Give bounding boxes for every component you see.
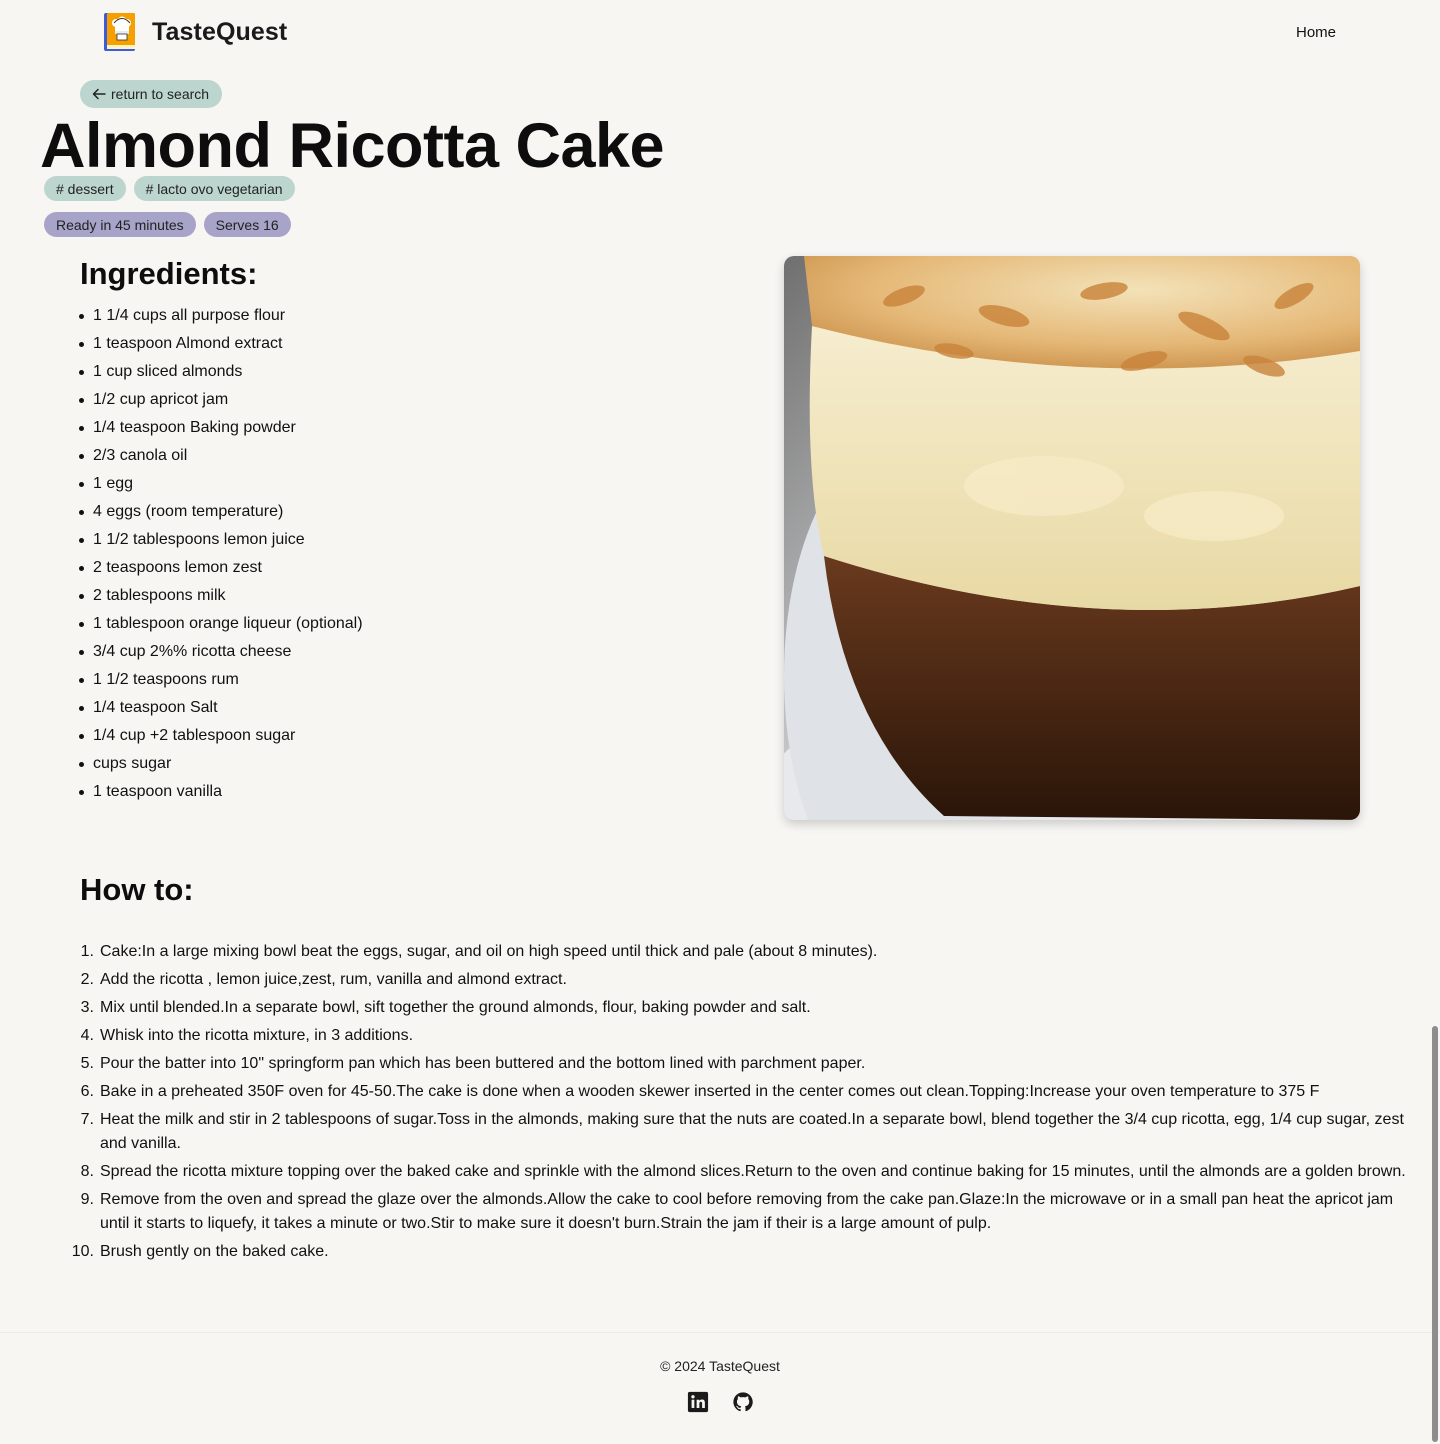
site-footer: © 2024 TasteQuest bbox=[0, 1332, 1440, 1444]
copyright-text: © 2024 TasteQuest bbox=[660, 1358, 780, 1374]
brand-link[interactable]: TasteQuest bbox=[103, 12, 287, 52]
recipe-meta: Ready in 45 minutes Serves 16 bbox=[44, 212, 291, 237]
cake-photo-illustration bbox=[784, 256, 1360, 820]
step-item: 7. Heat the milk and stir in 2 tablespoon… bbox=[80, 1111, 1404, 1152]
step-item: 5. Pour the batter into 10" springform pa… bbox=[80, 1055, 866, 1072]
ingredients-heading: Ingredients: bbox=[80, 256, 258, 291]
step-item: 4. Whisk into the ricotta mixture, in 3 a… bbox=[80, 1027, 414, 1044]
step-item: 10. Brush gently on the baked cake. bbox=[71, 1243, 329, 1260]
ingredient-item: 2 teaspoons lemon zest bbox=[78, 554, 363, 582]
social-links bbox=[687, 1391, 754, 1413]
return-to-search-label: return to search bbox=[111, 86, 210, 102]
ingredient-item: 3/4 cup 2%% ricotta cheese bbox=[78, 638, 363, 666]
brand-name: TasteQuest bbox=[152, 17, 288, 46]
ingredients-list: 1 1/4 cups all purpose flour 1 teaspoon … bbox=[78, 302, 363, 806]
chef-book-logo-icon bbox=[104, 13, 135, 51]
step-item: 6. Bake in a preheated 350F oven for 45-5… bbox=[80, 1083, 1320, 1100]
linkedin-icon[interactable] bbox=[687, 1391, 709, 1413]
step-item: 8. Spread the ricotta mixture topping ove… bbox=[80, 1163, 1406, 1180]
ready-time-badge: Ready in 45 minutes bbox=[44, 212, 196, 237]
recipe-image bbox=[784, 256, 1360, 820]
tag-dessert: # dessert bbox=[44, 176, 126, 201]
step-item: 9. Remove from the oven and spread the gl… bbox=[80, 1191, 1394, 1232]
ingredient-item: 1 1/2 tablespoons lemon juice bbox=[78, 526, 363, 554]
tag-lacto-ovo-vegetarian: # lacto ovo vegetarian bbox=[133, 176, 295, 201]
ingredient-item: 1/4 teaspoon Baking powder bbox=[78, 414, 363, 442]
ingredient-item: 1/2 cup apricot jam bbox=[78, 386, 363, 414]
return-to-search-button[interactable]: return to search bbox=[80, 80, 223, 108]
steps-list: 1. Cake:In a large mixing bowl beat the e… bbox=[60, 940, 1410, 1268]
ingredient-item: 1/4 teaspoon Salt bbox=[78, 694, 363, 722]
ingredient-item: 1 egg bbox=[78, 470, 363, 498]
ingredient-item: 2 tablespoons milk bbox=[78, 582, 363, 610]
github-icon[interactable] bbox=[732, 1391, 754, 1413]
ingredient-item: 4 eggs (room temperature) bbox=[78, 498, 363, 526]
step-item: 2. Add the ricotta , lemon juice,zest, ru… bbox=[80, 971, 567, 988]
servings-badge: Serves 16 bbox=[203, 212, 291, 237]
ingredient-item: 1 tablespoon orange liqueur (optional) bbox=[78, 610, 363, 638]
step-item: 3. Mix until blended.In a separate bowl, … bbox=[80, 999, 811, 1016]
ingredient-item: 2/3 canola oil bbox=[78, 442, 363, 470]
ingredient-item: 1 cup sliced almonds bbox=[78, 358, 363, 386]
site-header: TasteQuest Home bbox=[0, 0, 1440, 64]
page-scrollbar[interactable] bbox=[1432, 1026, 1438, 1442]
ingredient-item: cups sugar bbox=[78, 750, 363, 778]
ingredient-item: 1 teaspoon Almond extract bbox=[78, 330, 363, 358]
recipe-title: Almond Ricotta Cake bbox=[40, 111, 665, 181]
howto-heading: How to: bbox=[80, 872, 194, 907]
ingredient-item: 1/4 cup +2 tablespoon sugar bbox=[78, 722, 363, 750]
ingredient-item: 1 1/2 teaspoons rum bbox=[78, 666, 363, 694]
recipe-tags: # dessert # lacto ovo vegetarian bbox=[44, 176, 295, 201]
arrow-left-icon bbox=[92, 88, 106, 100]
nav-home-link[interactable]: Home bbox=[1296, 24, 1336, 41]
ingredient-item: 1 1/4 cups all purpose flour bbox=[78, 302, 363, 330]
step-item: 1. Cake:In a large mixing bowl beat the e… bbox=[80, 943, 878, 960]
ingredient-item: 1 teaspoon vanilla bbox=[78, 778, 363, 806]
